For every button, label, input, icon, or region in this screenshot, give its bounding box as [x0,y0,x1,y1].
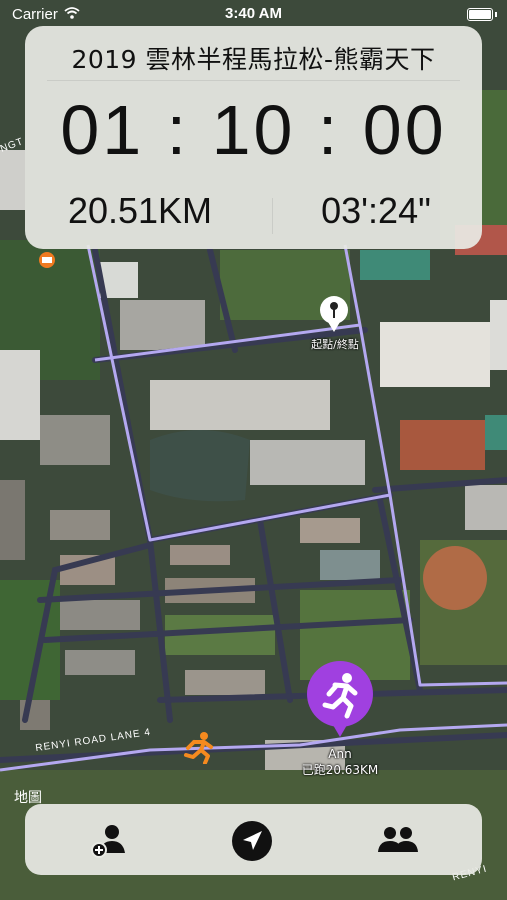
start-finish-pin[interactable] [316,294,352,334]
status-bar: Carrier 3:40 AM [0,0,507,28]
race-title: 2019 雲林半程馬拉松-熊霸天下 [71,45,436,74]
running-person-icon [184,732,213,765]
add-person-icon [91,825,125,858]
elapsed-timer: 01 : 10 : 00 [60,91,447,169]
race-info-card: 2019 雲林半程馬拉松-熊霸天下 01 : 10 : 00 20.51KM 0… [25,26,482,249]
runner-progress: 已跑20.63KM [301,763,379,777]
add-runner-button[interactable] [87,819,131,863]
location-arrow-icon [232,821,272,861]
people-icon [378,827,418,852]
card-divider [47,80,460,81]
map-pin-icon [320,296,348,332]
locate-me-button[interactable] [230,819,274,863]
other-runner-marker[interactable] [183,730,217,765]
bottom-toolbar [25,804,482,875]
distance-value: 20.51KM [67,190,213,231]
group-button[interactable] [373,819,418,863]
battery-icon [467,8,497,21]
runner-name: Ann [328,747,352,761]
runner-pin[interactable] [305,661,375,741]
start-finish-label: 起點/終點 [311,338,359,351]
running-person-icon [307,661,373,737]
status-time: 3:40 AM [225,5,282,22]
pace-value: 03':24" [321,190,431,231]
